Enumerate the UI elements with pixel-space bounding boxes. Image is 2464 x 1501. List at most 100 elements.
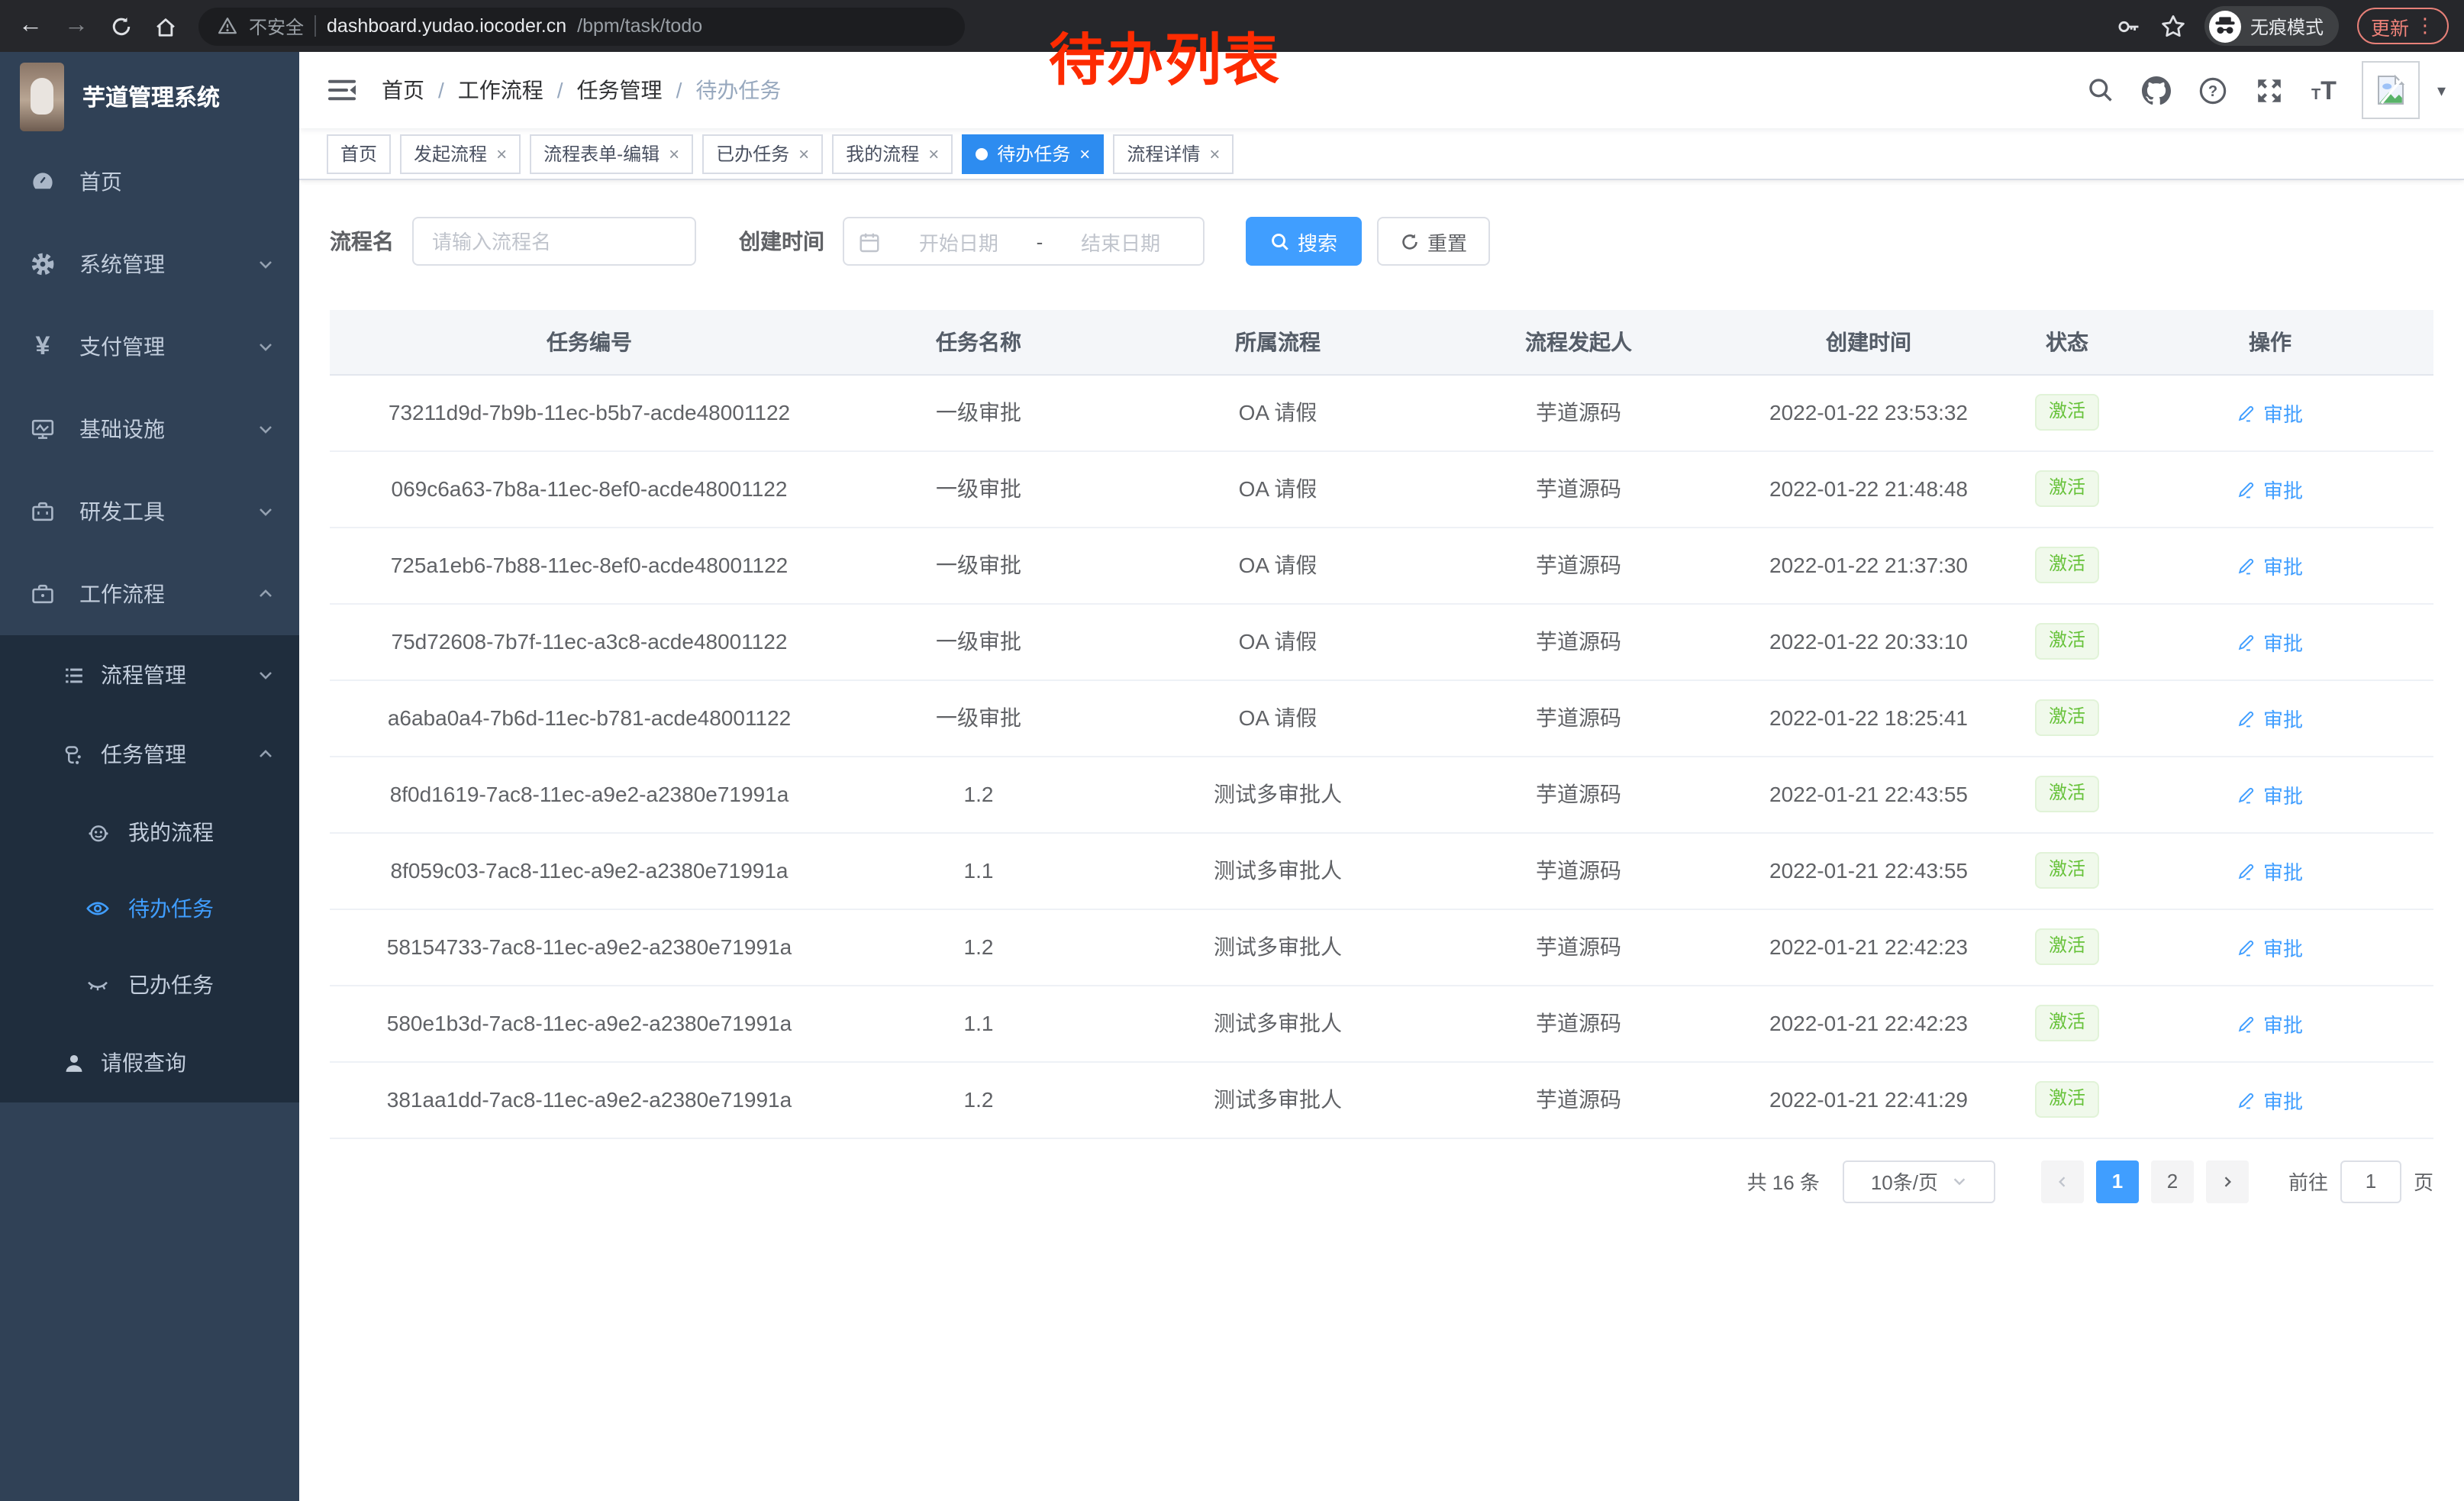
col-actions: 操作 bbox=[2107, 310, 2433, 374]
update-label: 更新 bbox=[2371, 11, 2409, 40]
font-size-icon[interactable]: TT bbox=[2311, 77, 2337, 103]
search-icon[interactable] bbox=[2085, 75, 2116, 105]
bookmark-star-icon[interactable] bbox=[2160, 13, 2186, 39]
search-button[interactable]: 搜索 bbox=[1246, 217, 1362, 266]
approve-link[interactable]: 审批 bbox=[2237, 856, 2303, 885]
main-area: 首页 / 工作流程 / 任务管理 / 待办任务 ? bbox=[299, 52, 2464, 1501]
update-button[interactable]: 更新 ⋮ bbox=[2357, 8, 2449, 44]
url-host: dashboard.yudao.iocoder.cn bbox=[327, 15, 566, 37]
approve-link[interactable]: 审批 bbox=[2237, 703, 2303, 732]
pagination-goto: 前往 页 bbox=[2288, 1160, 2433, 1202]
screen: ← → 不安全 dashboard.yudao.iocoder.cn/bpm/t… bbox=[0, 0, 2464, 1501]
goto-page-input[interactable] bbox=[2340, 1160, 2401, 1202]
chevron-left-icon bbox=[2055, 1173, 2070, 1189]
reload-icon[interactable] bbox=[110, 15, 133, 37]
search-icon bbox=[1270, 231, 1290, 251]
approve-label: 审批 bbox=[2263, 1085, 2303, 1114]
approve-link[interactable]: 审批 bbox=[2237, 398, 2303, 427]
close-icon[interactable]: × bbox=[1079, 144, 1090, 163]
approve-link[interactable]: 审批 bbox=[2237, 932, 2303, 961]
edit-icon bbox=[2237, 784, 2257, 804]
sidebar-item-done-tasks[interactable]: 已办任务 bbox=[0, 947, 299, 1023]
breadcrumb: 首页 / 工作流程 / 任务管理 / 待办任务 bbox=[382, 75, 781, 105]
task-name: 一级审批 bbox=[849, 679, 1108, 756]
avatar[interactable] bbox=[2362, 61, 2420, 119]
date-range-picker[interactable]: 开始日期 - 结束日期 bbox=[843, 217, 1205, 266]
close-icon[interactable]: × bbox=[669, 144, 679, 163]
close-icon[interactable]: × bbox=[798, 144, 809, 163]
next-page-button[interactable] bbox=[2206, 1160, 2249, 1202]
back-icon[interactable]: ← bbox=[18, 14, 43, 38]
fullscreen-icon[interactable] bbox=[2255, 75, 2285, 105]
approve-link[interactable]: 审批 bbox=[2237, 1009, 2303, 1038]
task-name: 1.2 bbox=[849, 756, 1108, 832]
approve-link[interactable]: 审批 bbox=[2237, 474, 2303, 503]
home-icon[interactable] bbox=[154, 15, 177, 37]
status-badge: 激活 bbox=[2035, 547, 2099, 583]
tab-done-tasks[interactable]: 已办任务× bbox=[702, 134, 823, 173]
close-icon[interactable]: × bbox=[496, 144, 507, 163]
sidebar-item-leave-query[interactable]: 请假查询 bbox=[0, 1023, 299, 1102]
sidebar-item-infra[interactable]: 基础设施 bbox=[0, 388, 299, 470]
task-initiator: 芋道源码 bbox=[1447, 450, 1710, 527]
close-icon[interactable]: × bbox=[928, 144, 939, 163]
breadcrumb-current: 待办任务 bbox=[695, 75, 781, 105]
password-key-icon[interactable] bbox=[2116, 13, 2142, 39]
approve-link[interactable]: 审批 bbox=[2237, 550, 2303, 579]
edit-icon bbox=[2237, 937, 2257, 957]
task-process: 测试多审批人 bbox=[1108, 1061, 1447, 1138]
task-time: 2022-01-22 21:48:48 bbox=[1710, 450, 2027, 527]
edit-icon bbox=[2237, 1013, 2257, 1033]
app-logo-row[interactable]: 芋道管理系统 bbox=[0, 52, 299, 140]
tab-home[interactable]: 首页 bbox=[327, 134, 391, 173]
breadcrumb-home[interactable]: 首页 bbox=[382, 75, 424, 105]
page-button-2[interactable]: 2 bbox=[2151, 1160, 2194, 1202]
sidebar-item-home[interactable]: 首页 bbox=[0, 140, 299, 223]
avatar-caret-icon[interactable]: ▾ bbox=[2437, 80, 2446, 100]
table-row: 069c6a63-7b8a-11ec-8ef0-acde48001122 一级审… bbox=[330, 450, 2433, 527]
tags-view: 首页 发起流程× 流程表单-编辑× 已办任务× 我的流程× 待办任务× 流程详情… bbox=[299, 128, 2464, 180]
url-bar[interactable]: 不安全 dashboard.yudao.iocoder.cn/bpm/task/… bbox=[198, 7, 965, 45]
page-size-select[interactable]: 10条/页 bbox=[1843, 1160, 1995, 1202]
approve-label: 审批 bbox=[2263, 474, 2303, 503]
close-icon[interactable]: × bbox=[1209, 144, 1220, 163]
approve-link[interactable]: 审批 bbox=[2237, 1085, 2303, 1114]
gear-icon bbox=[31, 252, 55, 276]
page-button-1[interactable]: 1 bbox=[2096, 1160, 2139, 1202]
breadcrumb-task-mgmt[interactable]: 任务管理 bbox=[577, 75, 663, 105]
reset-button[interactable]: 重置 bbox=[1377, 217, 1490, 266]
sidebar-item-process-mgmt[interactable]: 流程管理 bbox=[0, 635, 299, 715]
tab-process-form-edit[interactable]: 流程表单-编辑× bbox=[530, 134, 693, 173]
approve-link[interactable]: 审批 bbox=[2237, 780, 2303, 809]
browser-menu-icon[interactable]: ⋮ bbox=[2415, 14, 2435, 38]
sidebar-item-system[interactable]: 系统管理 bbox=[0, 223, 299, 305]
table-header-row: 任务编号 任务名称 所属流程 流程发起人 创建时间 状态 操作 bbox=[330, 310, 2433, 374]
task-time: 2022-01-21 22:41:29 bbox=[1710, 1061, 2027, 1138]
tab-start-process[interactable]: 发起流程× bbox=[400, 134, 521, 173]
sidebar-item-payment[interactable]: ¥ 支付管理 bbox=[0, 305, 299, 388]
sidebar-item-workflow[interactable]: 工作流程 bbox=[0, 553, 299, 635]
process-name-input[interactable] bbox=[412, 217, 696, 266]
browser-nav-buttons: ← → bbox=[0, 14, 198, 38]
sidebar-collapse-icon[interactable] bbox=[327, 78, 357, 102]
chevron-up-icon bbox=[256, 585, 275, 603]
toolbox-icon bbox=[31, 499, 55, 524]
tab-my-process[interactable]: 我的流程× bbox=[832, 134, 953, 173]
task-time: 2022-01-21 22:42:23 bbox=[1710, 985, 2027, 1061]
incognito-badge: 无痕模式 bbox=[2204, 6, 2339, 46]
github-icon[interactable] bbox=[2142, 75, 2172, 105]
sidebar-item-todo-tasks[interactable]: 待办任务 bbox=[0, 870, 299, 947]
prev-page-button[interactable] bbox=[2041, 1160, 2084, 1202]
tab-process-detail[interactable]: 流程详情× bbox=[1113, 134, 1234, 173]
help-icon[interactable]: ? bbox=[2198, 75, 2229, 105]
table-row: 73211d9d-7b9b-11ec-b5b7-acde48001122 一级审… bbox=[330, 374, 2433, 450]
breadcrumb-workflow[interactable]: 工作流程 bbox=[458, 75, 543, 105]
tab-todo-tasks[interactable]: 待办任务× bbox=[962, 134, 1104, 173]
sidebar-item-label: 首页 bbox=[79, 166, 275, 197]
sidebar-item-task-mgmt[interactable]: 任务管理 bbox=[0, 715, 299, 794]
sidebar-item-my-process[interactable]: 我的流程 bbox=[0, 794, 299, 870]
chevron-down-icon bbox=[1950, 1173, 1967, 1190]
forward-icon[interactable]: → bbox=[64, 14, 89, 38]
approve-link[interactable]: 审批 bbox=[2237, 627, 2303, 656]
sidebar-item-devtools[interactable]: 研发工具 bbox=[0, 470, 299, 553]
